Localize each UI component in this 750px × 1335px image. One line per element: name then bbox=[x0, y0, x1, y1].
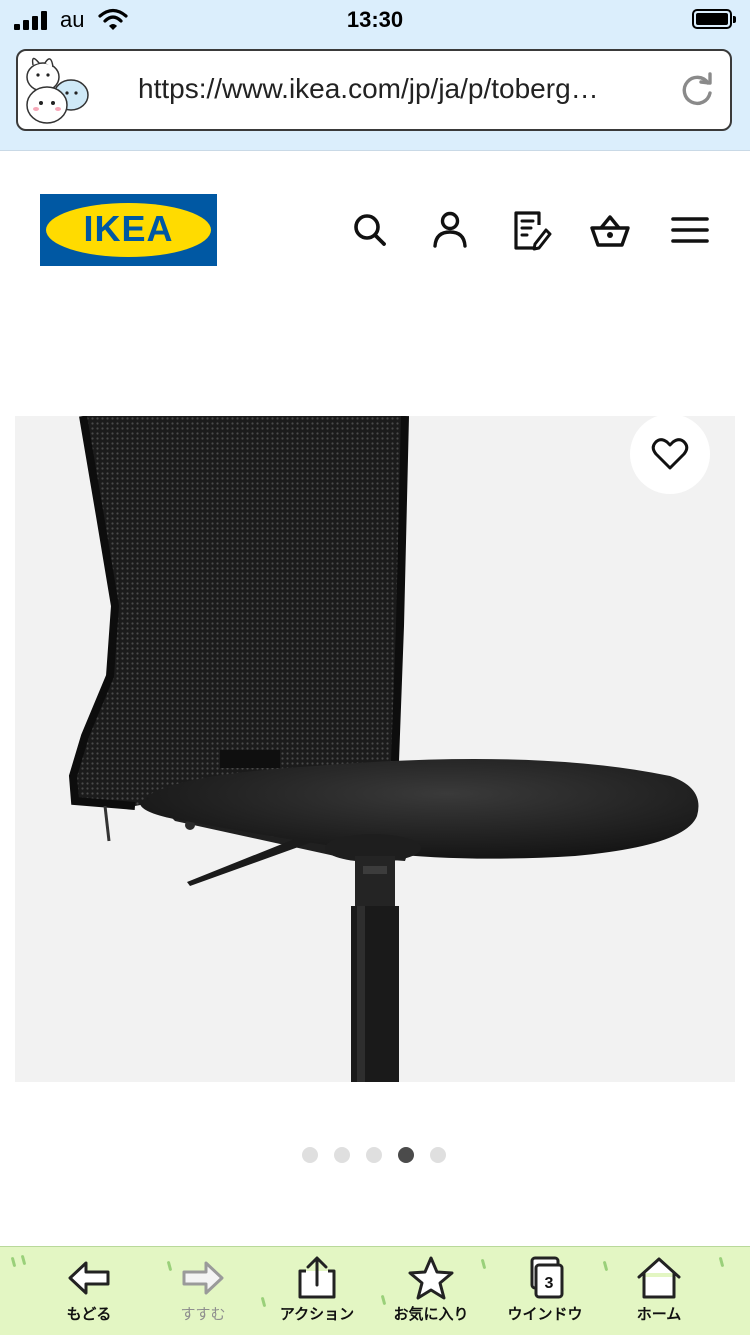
favorite-button[interactable] bbox=[630, 414, 710, 494]
home-button[interactable]: ホーム bbox=[604, 1255, 714, 1333]
shopping-list-icon[interactable] bbox=[508, 208, 552, 252]
product-image[interactable] bbox=[15, 416, 735, 1082]
reload-icon[interactable] bbox=[678, 71, 716, 109]
star-icon bbox=[408, 1256, 454, 1300]
url-text[interactable]: https://www.ikea.com/jp/ja/p/toberg… bbox=[138, 73, 658, 105]
carousel-dot-active[interactable] bbox=[398, 1147, 414, 1163]
carousel-dot[interactable] bbox=[366, 1147, 382, 1163]
back-arrow-icon bbox=[68, 1261, 110, 1295]
mascot-icon bbox=[26, 57, 89, 124]
browser-address-area: https://www.ikea.com/jp/ja/p/toberg… bbox=[0, 42, 750, 151]
menu-icon[interactable] bbox=[668, 208, 712, 252]
forward-button[interactable]: すすむ bbox=[148, 1255, 258, 1333]
windows-label: ウインドウ bbox=[507, 1306, 583, 1323]
account-icon[interactable] bbox=[428, 208, 472, 252]
action-button[interactable]: アクション bbox=[262, 1255, 372, 1333]
home-label: ホーム bbox=[636, 1306, 682, 1323]
logo-text: IKEA bbox=[83, 208, 174, 249]
clock: 13:30 bbox=[346, 7, 404, 32]
carousel-indicator bbox=[302, 1147, 446, 1163]
forward-arrow-icon bbox=[182, 1261, 224, 1295]
window-count: 3 bbox=[545, 1275, 554, 1292]
search-icon[interactable] bbox=[348, 208, 392, 252]
back-button[interactable]: もどる bbox=[34, 1255, 144, 1333]
back-label: もどる bbox=[66, 1306, 112, 1323]
forward-label: すすむ bbox=[180, 1306, 226, 1323]
home-icon bbox=[637, 1257, 681, 1299]
basket-icon[interactable] bbox=[588, 208, 632, 252]
carousel-dot[interactable] bbox=[334, 1147, 350, 1163]
bookmarks-button[interactable]: お気に入り bbox=[376, 1255, 486, 1333]
windows-icon: 3 bbox=[530, 1256, 564, 1299]
share-icon bbox=[298, 1256, 336, 1299]
status-bar: au 13:30 bbox=[0, 0, 750, 42]
ikea-logo[interactable]: IKEA ® bbox=[40, 194, 217, 266]
carousel-dot[interactable] bbox=[302, 1147, 318, 1163]
bookmarks-label: お気に入り bbox=[393, 1306, 469, 1323]
chair-image bbox=[15, 416, 735, 1082]
battery-icon bbox=[692, 9, 736, 29]
windows-button[interactable]: 3 ウインドウ bbox=[490, 1255, 600, 1333]
browser-toolbar: もどる すすむ アクション お気に入り 3 ウインドウ ホーム bbox=[0, 1246, 750, 1335]
action-label: アクション bbox=[279, 1306, 355, 1323]
address-bar[interactable]: https://www.ikea.com/jp/ja/p/toberg… bbox=[16, 49, 732, 131]
heart-outline-icon bbox=[651, 438, 689, 470]
carousel-dot[interactable] bbox=[430, 1147, 446, 1163]
